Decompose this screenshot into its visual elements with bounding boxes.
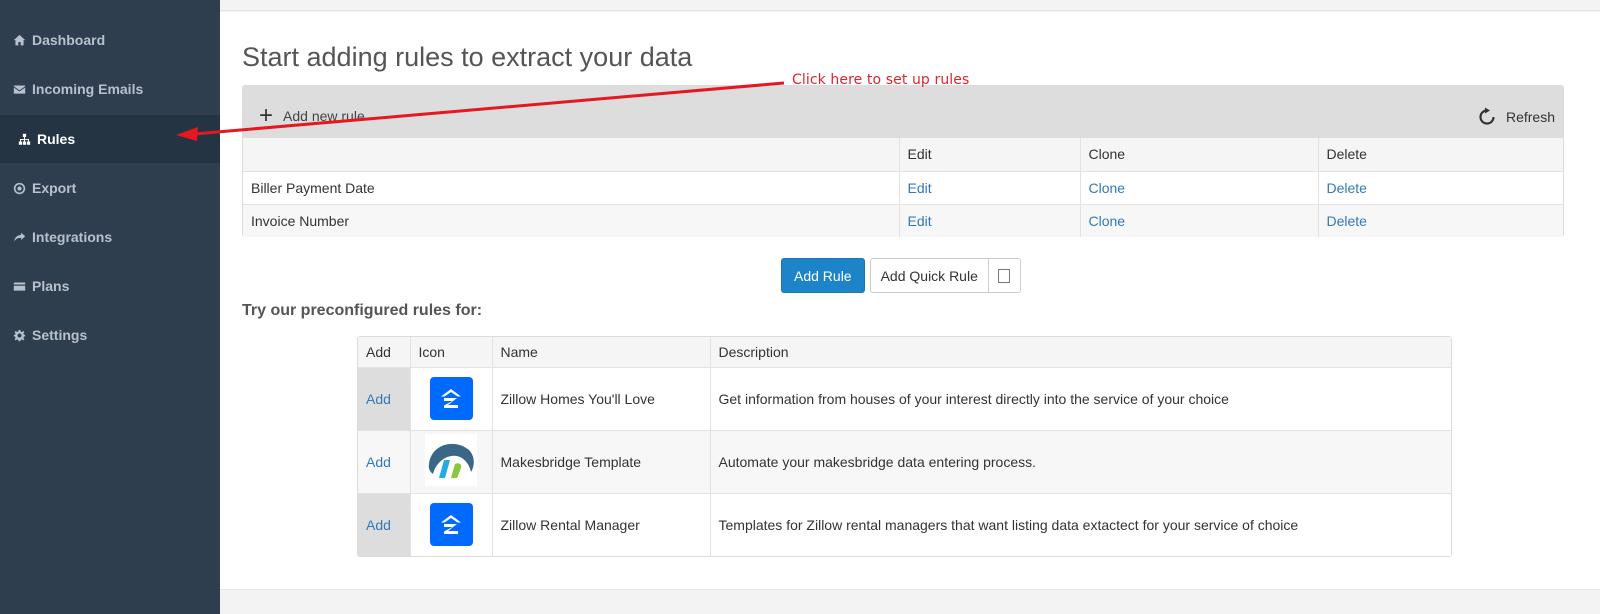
share-arrow-icon	[12, 230, 26, 244]
column-header-icon: Icon	[409, 337, 492, 367]
sidebar-item-label: Integrations	[32, 229, 113, 245]
refresh-label: Refresh	[1505, 109, 1555, 125]
quick-rule-checkbox[interactable]	[987, 259, 1020, 292]
sidebar-item-settings[interactable]: Settings	[0, 311, 220, 359]
preset-description: Automate your makesbridge data entering …	[709, 429, 1451, 493]
add-new-rule-button[interactable]: + Add new rule	[259, 102, 365, 129]
preconfigured-table-header: Add Icon Name Description	[358, 337, 1451, 367]
refresh-icon	[1479, 107, 1495, 125]
clone-link[interactable]: Clone	[1089, 213, 1126, 229]
rules-table: Edit Clone Delete Biller Payment Date Ed…	[243, 138, 1563, 237]
add-preset-link[interactable]: Add	[366, 454, 391, 470]
delete-link[interactable]: Delete	[1327, 213, 1367, 229]
column-header-description: Description	[709, 337, 1451, 367]
sitemap-icon	[17, 132, 31, 146]
rule-name: Biller Payment Date	[243, 170, 899, 204]
sidebar-item-rules[interactable]: Rules	[0, 115, 222, 163]
table-row: Add Makesbridge Template Automate your m…	[358, 429, 1451, 493]
preconfigured-heading: Try our preconfigured rules for:	[242, 302, 483, 319]
refresh-button[interactable]: Refresh	[1477, 107, 1555, 127]
sidebar-item-incoming-emails[interactable]: Incoming Emails	[0, 65, 220, 113]
sidebar-item-label: Plans	[32, 278, 70, 294]
rules-panel: + Add new rule Refresh Edit Clone Delete	[242, 85, 1564, 237]
home-icon	[12, 33, 26, 47]
target-icon	[12, 181, 26, 195]
sidebar-item-label: Export	[32, 180, 77, 196]
checkbox-box	[998, 268, 1011, 283]
rule-actions: Add Rule Add Quick Rule	[781, 258, 1021, 293]
rule-name: Invoice Number	[243, 203, 899, 237]
table-row: Add Zillow Homes You'll Love Get informa…	[358, 366, 1451, 430]
sidebar-item-label: Incoming Emails	[32, 81, 144, 97]
table-row: Biller Payment Date Edit Clone Delete	[243, 170, 1563, 204]
sidebar-item-export[interactable]: Export	[0, 164, 220, 212]
preset-name: Makesbridge Template	[491, 429, 710, 493]
gear-icon	[12, 328, 26, 342]
preconfigured-panel: Add Icon Name Description Add Zillow Hom…	[357, 336, 1452, 557]
sidebar-item-dashboard[interactable]: Dashboard	[0, 16, 220, 64]
preset-description: Get information from houses of your inte…	[709, 366, 1451, 430]
column-header-edit: Edit	[898, 138, 1080, 171]
column-header-delete: Delete	[1317, 138, 1563, 171]
page-title: Start adding rules to extract your data	[242, 42, 693, 72]
annotation-text: Click here to set up rules	[792, 72, 970, 88]
column-header-add: Add	[358, 337, 410, 367]
column-header-name: Name	[491, 337, 710, 367]
table-row: Add Zillow Rental Manager Templates for …	[358, 492, 1451, 556]
plus-icon: +	[259, 102, 274, 129]
add-quick-rule-group: Add Quick Rule	[869, 258, 1021, 293]
sidebar: Dashboard Incoming Emails Rules Export I…	[0, 0, 222, 614]
delete-link[interactable]: Delete	[1327, 180, 1367, 196]
preset-name: Zillow Homes You'll Love	[491, 366, 710, 430]
sidebar-item-label: Rules	[37, 131, 76, 147]
rules-panel-header: + Add new rule Refresh	[243, 86, 1563, 138]
credit-card-icon	[12, 279, 26, 293]
table-row: Invoice Number Edit Clone Delete	[243, 203, 1563, 237]
add-rule-button[interactable]: Add Rule	[781, 258, 865, 293]
sidebar-item-integrations[interactable]: Integrations	[0, 213, 220, 261]
main-content: Start adding rules to extract your data …	[220, 12, 1600, 590]
preconfigured-table: Add Icon Name Description Add Zillow Hom…	[358, 337, 1451, 556]
edit-link[interactable]: Edit	[908, 213, 932, 229]
sidebar-item-plans[interactable]: Plans	[0, 262, 220, 310]
edit-link[interactable]: Edit	[908, 180, 932, 196]
top-bar	[220, 0, 1600, 11]
column-header-clone: Clone	[1079, 138, 1318, 171]
footer	[220, 591, 1600, 614]
zillow-logo-icon	[429, 503, 473, 547]
add-new-rule-label: Add new rule	[283, 108, 365, 124]
clone-link[interactable]: Clone	[1089, 180, 1126, 196]
makesbridge-logo-icon	[425, 434, 477, 486]
rules-table-header: Edit Clone Delete	[243, 138, 1563, 171]
add-preset-link[interactable]: Add	[366, 391, 391, 407]
sidebar-item-label: Dashboard	[32, 32, 106, 48]
sidebar-item-label: Settings	[32, 327, 88, 343]
envelope-icon	[12, 82, 26, 96]
add-quick-rule-button[interactable]: Add Quick Rule	[871, 259, 988, 292]
preset-description: Templates for Zillow rental managers tha…	[709, 492, 1451, 556]
zillow-logo-icon	[429, 377, 473, 420]
preset-name: Zillow Rental Manager	[491, 492, 710, 556]
column-header-name	[243, 138, 899, 171]
add-preset-link[interactable]: Add	[366, 517, 391, 533]
